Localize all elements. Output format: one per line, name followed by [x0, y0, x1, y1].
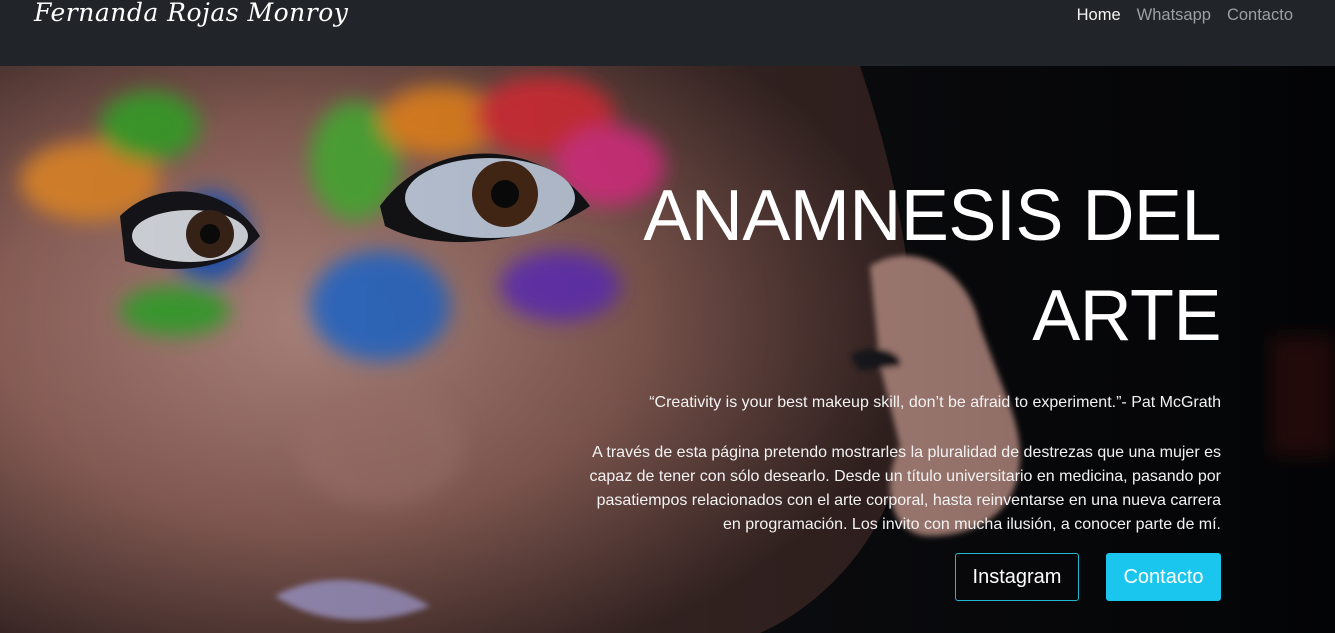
hero-title: ANAMNESIS DEL ARTE: [581, 166, 1221, 366]
brand-logo[interactable]: Fernanda Rojas Monroy: [34, 0, 348, 27]
hero-quote: “Creativity is your best makeup skill, d…: [649, 394, 1221, 411]
hero-intro: A través de esta página pretendo mostrar…: [589, 444, 1222, 533]
hero-actions: Instagram Contacto: [581, 553, 1221, 601]
nav-link-whatsapp[interactable]: Whatsapp: [1137, 6, 1211, 25]
nav-links: Home Whatsapp Contacto: [1077, 6, 1293, 25]
nav-link-home[interactable]: Home: [1077, 6, 1121, 25]
instagram-button[interactable]: Instagram: [955, 553, 1079, 601]
hero-section: ANAMNESIS DEL ARTE “Creativity is your b…: [0, 66, 1335, 633]
top-navbar: Fernanda Rojas Monroy Home Whatsapp Cont…: [0, 0, 1335, 66]
hero-content: ANAMNESIS DEL ARTE “Creativity is your b…: [581, 166, 1221, 601]
contacto-button[interactable]: Contacto: [1106, 553, 1221, 601]
hero-title-line1: ANAMNESIS DEL: [643, 176, 1221, 256]
hero-title-line2: ARTE: [1032, 276, 1221, 356]
nav-link-contacto[interactable]: Contacto: [1227, 6, 1293, 25]
